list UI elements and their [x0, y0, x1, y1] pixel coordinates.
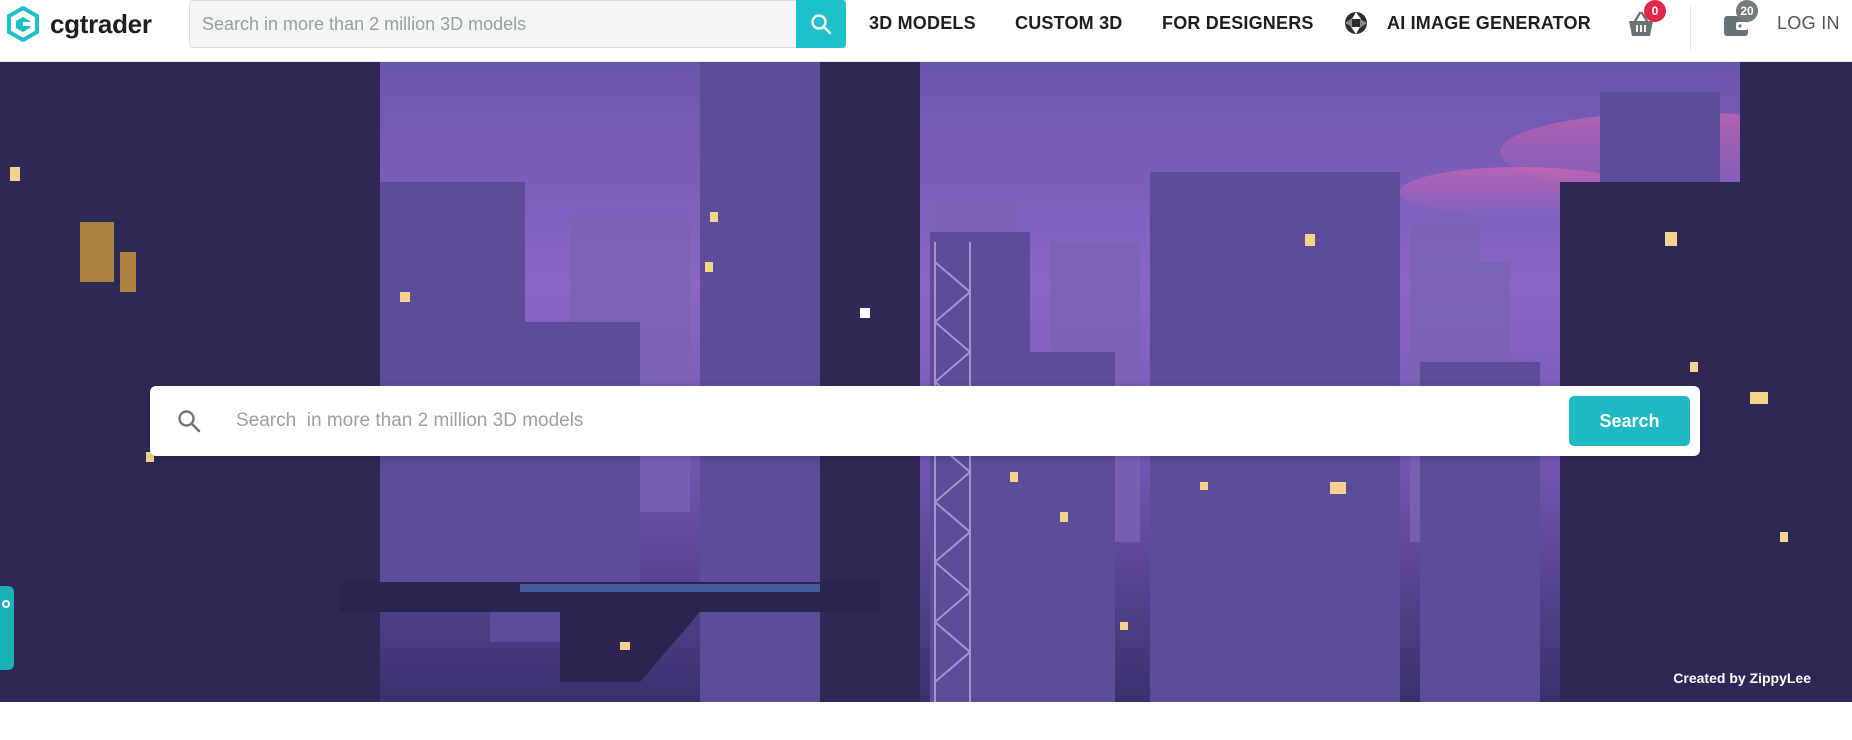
hero-search-box: Search [150, 386, 1700, 456]
login-link[interactable]: LOG IN [1777, 13, 1840, 34]
aperture-icon [1345, 12, 1367, 34]
nav-custom-3d[interactable]: CUSTOM 3D [1015, 13, 1122, 34]
header-divider [1690, 6, 1691, 50]
hero-search-input[interactable] [236, 404, 1556, 438]
cyberpunk-city-illustration [0, 62, 1852, 702]
top-header: cgtrader 3D MODELS CUSTOM 3D FOR DESIGNE… [0, 0, 1852, 62]
hero-banner: Search Created by ZippyLee [0, 62, 1852, 702]
feedback-icon [2, 600, 10, 608]
cgtrader-logo-icon [7, 6, 39, 42]
nav-for-designers[interactable]: FOR DESIGNERS [1162, 13, 1314, 34]
search-icon [178, 410, 201, 433]
cart-count-badge: 0 [1644, 0, 1666, 22]
nav-3d-models[interactable]: 3D MODELS [869, 13, 976, 34]
logo[interactable]: cgtrader [6, 6, 152, 42]
header-search-input[interactable] [202, 13, 846, 35]
nav-ai-image-generator[interactable]: AI IMAGE GENERATOR [1387, 13, 1591, 34]
search-icon [811, 14, 832, 35]
header-search-box [189, 0, 846, 48]
hero-search-button[interactable]: Search [1569, 396, 1690, 446]
feedback-tab[interactable] [0, 586, 14, 670]
artist-credit: Created by ZippyLee [1673, 670, 1811, 686]
wallet-count-badge: 20 [1736, 0, 1758, 22]
brand-name: cgtrader [50, 8, 152, 39]
header-search-button[interactable] [796, 0, 846, 48]
